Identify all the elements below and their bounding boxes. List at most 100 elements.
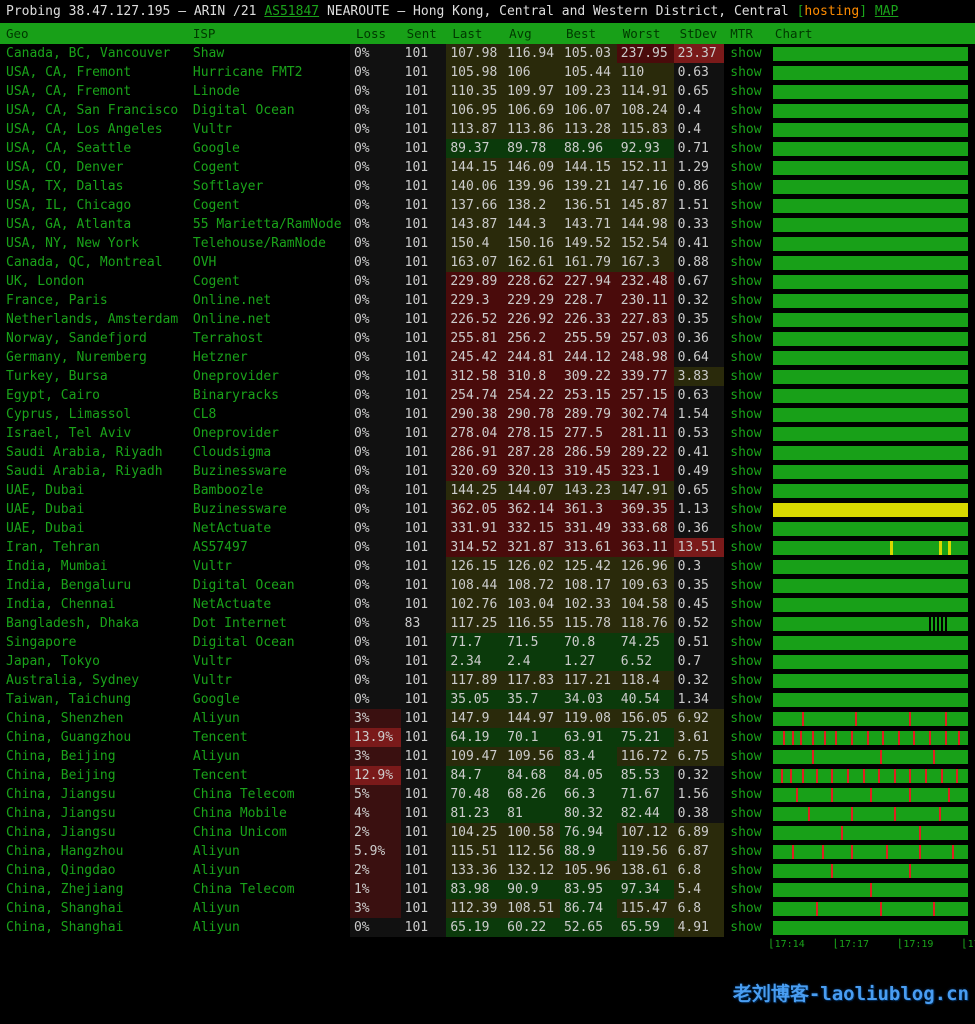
mtr-show-link[interactable]: show bbox=[724, 899, 769, 918]
mtr-show-link[interactable]: show bbox=[724, 595, 769, 614]
mtr-show-link[interactable]: show bbox=[724, 557, 769, 576]
mtr-show-link[interactable]: show bbox=[724, 120, 769, 139]
mtr-show-link[interactable]: show bbox=[724, 139, 769, 158]
latency-chart bbox=[773, 180, 968, 194]
cell-loss: 0% bbox=[350, 177, 401, 196]
cell-sent: 101 bbox=[401, 633, 447, 652]
mtr-show-link[interactable]: show bbox=[724, 443, 769, 462]
axis-tick: 17:21 bbox=[961, 937, 975, 950]
ping-results-table: Geo ISP Loss Sent Last Avg Best Worst St… bbox=[0, 23, 975, 937]
cell-worst: 289.22 bbox=[617, 443, 674, 462]
chart-cell bbox=[769, 177, 975, 196]
mtr-show-link[interactable]: show bbox=[724, 310, 769, 329]
mtr-show-link[interactable]: show bbox=[724, 614, 769, 633]
mtr-show-link[interactable]: show bbox=[724, 367, 769, 386]
cell-best: 86.74 bbox=[560, 899, 617, 918]
cell-best: 105.03 bbox=[560, 44, 617, 63]
mtr-show-link[interactable]: show bbox=[724, 101, 769, 120]
table-row: USA, IL, ChicagoCogent0%101137.66138.213… bbox=[0, 196, 975, 215]
loss-spike bbox=[925, 769, 927, 783]
loss-spike bbox=[956, 769, 958, 783]
mtr-show-link[interactable]: show bbox=[724, 519, 769, 538]
cell-worst: 75.21 bbox=[617, 728, 674, 747]
mtr-show-link[interactable]: show bbox=[724, 63, 769, 82]
cell-stdev: 0.65 bbox=[674, 82, 725, 101]
latency-chart bbox=[773, 921, 968, 935]
mtr-show-link[interactable]: show bbox=[724, 386, 769, 405]
mtr-show-link[interactable]: show bbox=[724, 234, 769, 253]
mtr-show-link[interactable]: show bbox=[724, 804, 769, 823]
cell-loss: 1% bbox=[350, 880, 401, 899]
mtr-show-link[interactable]: show bbox=[724, 424, 769, 443]
cell-stdev: 3.83 bbox=[674, 367, 725, 386]
cell-loss: 0% bbox=[350, 671, 401, 690]
mtr-show-link[interactable]: show bbox=[724, 766, 769, 785]
cell-best: 1.27 bbox=[560, 652, 617, 671]
latency-chart bbox=[773, 788, 968, 802]
mtr-show-link[interactable]: show bbox=[724, 842, 769, 861]
mtr-show-link[interactable]: show bbox=[724, 215, 769, 234]
chart-cell bbox=[769, 462, 975, 481]
cell-avg: 108.51 bbox=[503, 899, 560, 918]
mtr-show-link[interactable]: show bbox=[724, 785, 769, 804]
col-avg: Avg bbox=[503, 23, 560, 44]
cell-isp: China Telecom bbox=[187, 785, 350, 804]
cell-worst: 115.83 bbox=[617, 120, 674, 139]
mtr-show-link[interactable]: show bbox=[724, 633, 769, 652]
loss-spike bbox=[945, 712, 947, 726]
mtr-show-link[interactable]: show bbox=[724, 405, 769, 424]
cell-worst: 109.63 bbox=[617, 576, 674, 595]
mtr-show-link[interactable]: show bbox=[724, 576, 769, 595]
latency-chart bbox=[773, 66, 968, 80]
mtr-show-link[interactable]: show bbox=[724, 652, 769, 671]
cell-best: 83.4 bbox=[560, 747, 617, 766]
mtr-show-link[interactable]: show bbox=[724, 253, 769, 272]
cell-loss: 0% bbox=[350, 386, 401, 405]
cell-worst: 257.15 bbox=[617, 386, 674, 405]
chart-cell bbox=[769, 386, 975, 405]
cell-last: 312.58 bbox=[446, 367, 503, 386]
probe-asn-link[interactable]: AS51847 bbox=[264, 4, 319, 19]
cell-geo: UAE, Dubai bbox=[0, 500, 187, 519]
mtr-show-link[interactable]: show bbox=[724, 823, 769, 842]
chart-cell bbox=[769, 785, 975, 804]
chart-cell bbox=[769, 538, 975, 557]
cell-avg: 108.72 bbox=[503, 576, 560, 595]
cell-worst: 108.24 bbox=[617, 101, 674, 120]
loss-spike bbox=[851, 845, 853, 859]
mtr-show-link[interactable]: show bbox=[724, 671, 769, 690]
mtr-show-link[interactable]: show bbox=[724, 329, 769, 348]
cell-avg: 113.86 bbox=[503, 120, 560, 139]
table-row: Taiwan, TaichungGoogle0%10135.0535.734.0… bbox=[0, 690, 975, 709]
mtr-show-link[interactable]: show bbox=[724, 196, 769, 215]
mtr-show-link[interactable]: show bbox=[724, 462, 769, 481]
cell-sent: 101 bbox=[401, 785, 447, 804]
mtr-show-link[interactable]: show bbox=[724, 177, 769, 196]
table-row: China, QingdaoAliyun2%101133.36132.12105… bbox=[0, 861, 975, 880]
mtr-show-link[interactable]: show bbox=[724, 481, 769, 500]
mtr-show-link[interactable]: show bbox=[724, 500, 769, 519]
probe-location: Hong Kong, Central and Western District,… bbox=[413, 4, 789, 19]
map-link[interactable]: MAP bbox=[875, 4, 898, 19]
chart-cell bbox=[769, 481, 975, 500]
mtr-show-link[interactable]: show bbox=[724, 690, 769, 709]
mtr-show-link[interactable]: show bbox=[724, 348, 769, 367]
mtr-show-link[interactable]: show bbox=[724, 880, 769, 899]
mtr-show-link[interactable]: show bbox=[724, 538, 769, 557]
loss-spike bbox=[929, 731, 931, 745]
mtr-show-link[interactable]: show bbox=[724, 728, 769, 747]
col-mtr: MTR bbox=[724, 23, 769, 44]
cell-stdev: 0.41 bbox=[674, 234, 725, 253]
mtr-show-link[interactable]: show bbox=[724, 709, 769, 728]
mtr-show-link[interactable]: show bbox=[724, 44, 769, 63]
cell-sent: 101 bbox=[401, 538, 447, 557]
mtr-show-link[interactable]: show bbox=[724, 82, 769, 101]
chart-cell bbox=[769, 842, 975, 861]
mtr-show-link[interactable]: show bbox=[724, 861, 769, 880]
mtr-show-link[interactable]: show bbox=[724, 747, 769, 766]
cell-loss: 0% bbox=[350, 405, 401, 424]
mtr-show-link[interactable]: show bbox=[724, 272, 769, 291]
mtr-show-link[interactable]: show bbox=[724, 918, 769, 937]
mtr-show-link[interactable]: show bbox=[724, 158, 769, 177]
mtr-show-link[interactable]: show bbox=[724, 291, 769, 310]
